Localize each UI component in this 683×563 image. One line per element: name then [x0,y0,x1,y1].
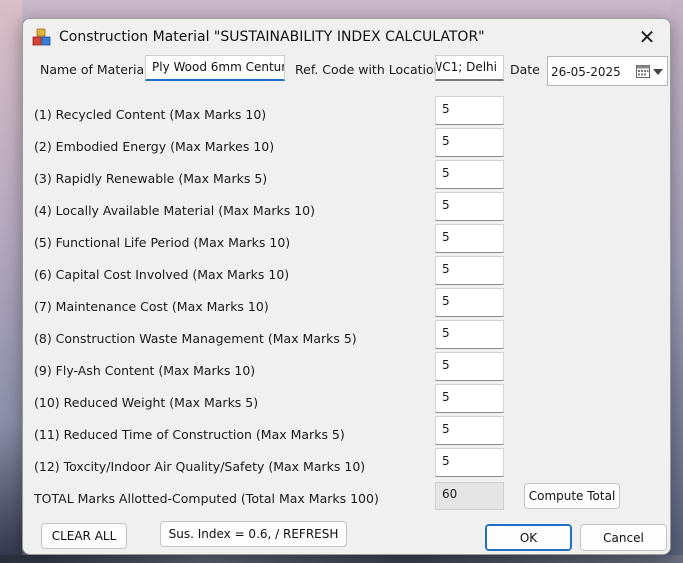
date-label: Date [510,62,540,77]
dialog-window: Construction Material "SUSTAINABILITY IN… [22,18,671,555]
criterion-label: (10) Reduced Weight (Max Marks 5) [34,395,259,410]
criterion-input[interactable]: 5 [435,128,504,157]
criterion-input[interactable]: 5 [435,352,504,381]
criterion-label: (5) Functional Life Period (Max Marks 10… [34,235,291,250]
calendar-icon[interactable] [636,64,650,78]
criterion-label: (9) Fly-Ash Content (Max Marks 10) [34,363,256,378]
total-label: TOTAL Marks Allotted-Computed (Total Max… [34,491,379,506]
chevron-down-icon[interactable] [653,69,663,75]
date-value: 26-05-2025 [551,65,621,79]
criterion-label: (11) Reduced Time of Construction (Max M… [34,427,345,442]
criterion-input[interactable]: 5 [435,448,504,477]
material-name-label: Name of Material [40,62,148,77]
criterion-label: (12) Toxcity/Indoor Air Quality/Safety (… [34,459,366,474]
close-icon: ✕ [638,25,656,49]
stacked-blocks-icon [32,28,51,46]
cancel-button[interactable]: Cancel [580,524,667,551]
desktop-wallpaper-left [0,0,22,563]
desktop-wallpaper-bottom [0,555,683,563]
criterion-input[interactable]: 5 [435,320,504,349]
close-button[interactable]: ✕ [624,19,670,55]
criterion-input[interactable]: 5 [435,160,504,189]
material-name-input[interactable]: Ply Wood 6mm Century [145,55,285,81]
criterion-label: (4) Locally Available Material (Max Mark… [34,203,316,218]
criterion-input[interactable]: 5 [435,96,504,125]
ok-button[interactable]: OK [485,524,572,551]
criterion-label: (1) Recycled Content (Max Marks 10) [34,107,267,122]
compute-total-button[interactable]: Compute Total [524,483,620,509]
criterion-label: (8) Construction Waste Management (Max M… [34,331,357,346]
ref-code-input[interactable]: WC1; Delhi [435,55,504,81]
desktop-wallpaper-right [671,0,683,563]
criterion-label: (3) Rapidly Renewable (Max Marks 5) [34,171,268,186]
sustainability-index-refresh-button[interactable]: Sus. Index = 0.6, / REFRESH [160,521,347,547]
ref-code-label: Ref. Code with Location [295,62,442,77]
criterion-label: (6) Capital Cost Involved (Max Marks 10) [34,267,290,282]
date-picker[interactable]: 26-05-2025 [547,56,668,86]
title-bar: Construction Material "SUSTAINABILITY IN… [23,19,670,55]
criterion-input[interactable]: 5 [435,224,504,253]
criterion-label: (2) Embodied Energy (Max Markes 10) [34,139,275,154]
clear-all-button[interactable]: CLEAR ALL [41,523,127,549]
criterion-input[interactable]: 5 [435,384,504,413]
total-value: 60 [435,482,504,510]
criterion-input[interactable]: 5 [435,416,504,445]
criterion-input[interactable]: 5 [435,192,504,221]
criterion-label: (7) Maintenance Cost (Max Marks 10) [34,299,269,314]
window-title: Construction Material "SUSTAINABILITY IN… [59,29,485,45]
criterion-input[interactable]: 5 [435,288,504,317]
criterion-input[interactable]: 5 [435,256,504,285]
